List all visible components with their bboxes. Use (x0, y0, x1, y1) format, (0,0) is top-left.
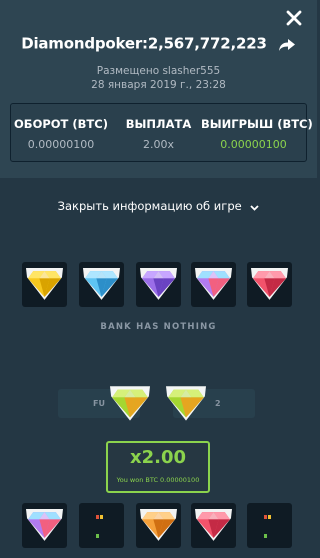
gem-icon (195, 268, 232, 300)
game-title: Diamondpoker:2,567,772,223 (21, 34, 267, 53)
player-gem-slot (79, 503, 124, 548)
gem-icon (26, 268, 63, 300)
toggle-game-info[interactable]: Закрыть информацию об игре (0, 199, 317, 214)
result-multiplier: x2.00 (129, 447, 187, 468)
gem-icon (166, 386, 206, 421)
hand-label-right-text: 2 (215, 399, 221, 408)
game-title-row: Diamondpoker:2,567,772,223 (0, 33, 317, 53)
profit-label: ВЫИГРЫШ (BTC) (201, 117, 313, 131)
gem-icon (140, 509, 177, 541)
profit-value: 0.00000100 (220, 138, 287, 151)
close-icon[interactable] (285, 9, 303, 27)
stat-payout: ВЫПЛАТА 2.00x (111, 104, 206, 161)
bank-gem-slot (79, 262, 124, 307)
chevron-down-icon (250, 200, 259, 214)
gem-icon (83, 268, 120, 300)
turnover-value: 0.00000100 (27, 138, 95, 151)
turnover-label: ОБОРОТ (BTC) (14, 117, 108, 131)
player-gem-slot (191, 503, 236, 548)
bank-status: BANK HAS NOTHING (100, 322, 217, 332)
game-info-panel: Diamondpoker:2,567,772,223 Размещено sla… (0, 0, 317, 178)
hand-label-left-text: FU (93, 399, 105, 408)
bank-gem-slot (22, 262, 67, 307)
posted-by: Размещено slasher555 (96, 65, 221, 77)
gem-icon (26, 509, 63, 541)
gem-icon (110, 386, 150, 421)
gem-icon (140, 268, 177, 300)
payout-value: 2.00x (142, 138, 174, 151)
bank-gem-slot (136, 262, 181, 307)
color-indicator (264, 504, 275, 538)
result-won-text: You won BTC 0.00000100 (116, 476, 200, 484)
toggle-game-info-label: Закрыть информацию об игре (57, 199, 242, 213)
bank-gem-slot (191, 262, 236, 307)
bank-gem-slot (247, 262, 292, 307)
player-gem-slot (247, 503, 292, 548)
color-indicator (96, 504, 107, 538)
result-box: x2.00 You won BTC 0.00000100 (106, 441, 210, 493)
player-gem-slot (136, 503, 181, 548)
gem-icon (251, 268, 288, 300)
posted-date: 28 января 2019 г., 23:28 (91, 79, 226, 91)
player-gem-slot (22, 503, 67, 548)
gem-icon (195, 509, 232, 541)
stat-turnover: ОБОРОТ (BTC) 0.00000100 (11, 104, 111, 161)
payout-label: ВЫПЛАТА (125, 117, 192, 131)
stat-profit: ВЫИГРЫШ (BTC) 0.00000100 (201, 104, 313, 161)
share-icon[interactable] (278, 37, 296, 51)
game-stats-box: ОБОРОТ (BTC) 0.00000100 ВЫПЛАТА 2.00x ВЫ… (10, 103, 313, 162)
